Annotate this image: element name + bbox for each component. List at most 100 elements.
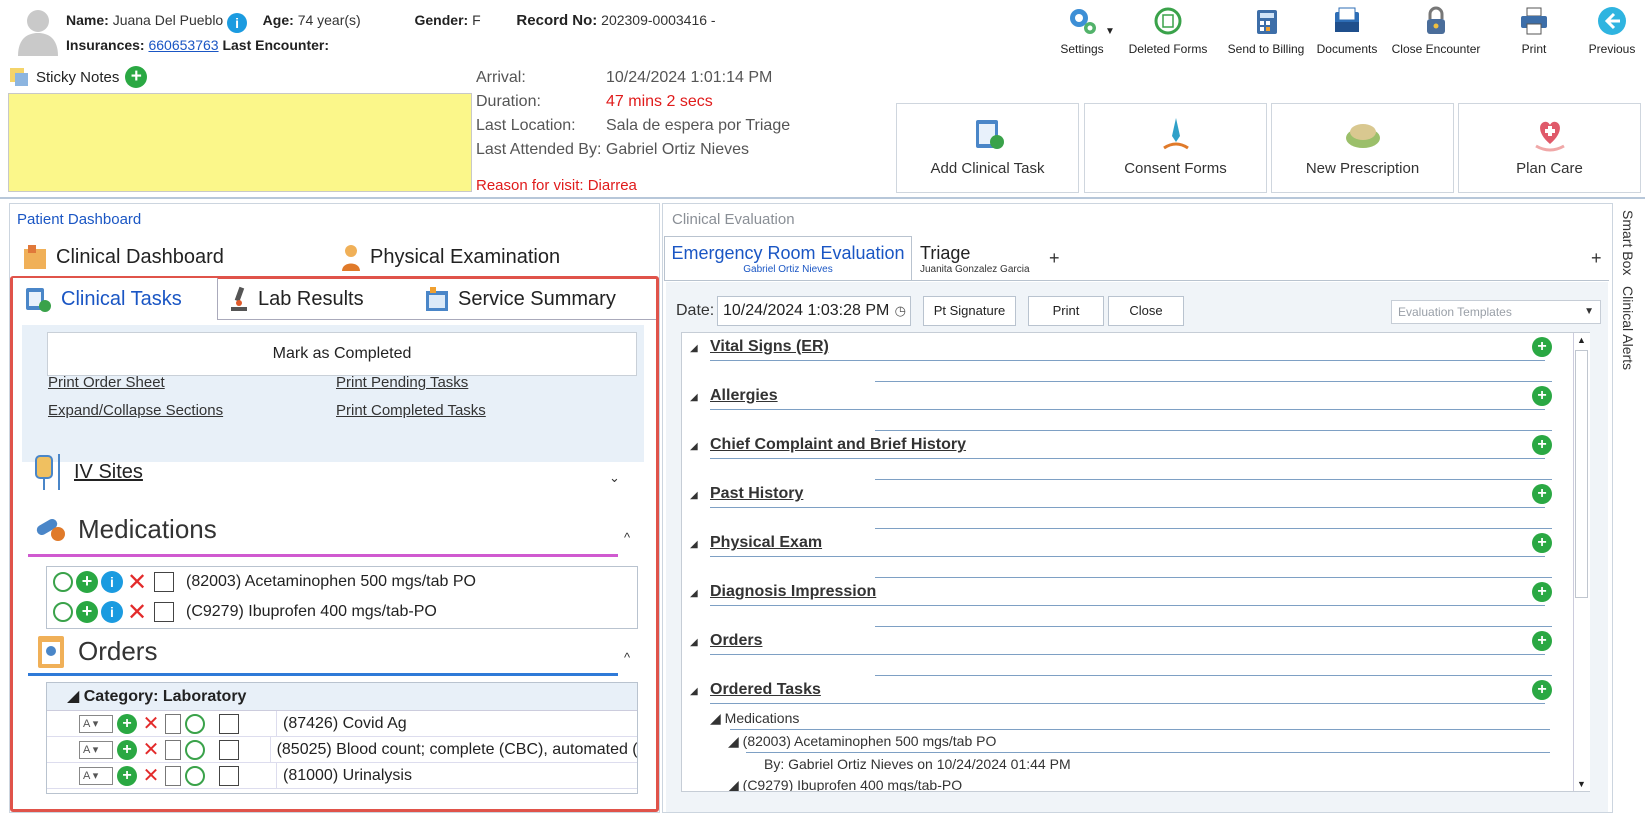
section-title[interactable]: Chief Complaint and Brief History xyxy=(710,436,966,454)
add-icon[interactable]: + xyxy=(1532,386,1552,406)
add-clinical-task-button[interactable]: Add Clinical Task xyxy=(896,103,1079,193)
add-icon[interactable]: + xyxy=(1532,337,1552,357)
section-chief-complaint[interactable]: ◢ Chief Complaint and Brief History + xyxy=(690,433,1552,482)
font-dropdown[interactable]: A ▾ xyxy=(79,714,113,733)
section-title[interactable]: Orders xyxy=(710,632,762,650)
calendar-icon[interactable]: ◷ xyxy=(895,297,906,325)
section-allergies[interactable]: ◢ Allergies + xyxy=(690,384,1552,433)
add-icon[interactable]: + xyxy=(117,713,137,734)
collapse-icon[interactable]: ◢ xyxy=(690,490,698,501)
new-prescription-button[interactable]: New Prescription xyxy=(1271,103,1454,193)
category-header[interactable]: ◢ Category: Laboratory xyxy=(47,683,637,711)
section-diagnosis-impression[interactable]: ◢ Diagnosis Impression + xyxy=(690,580,1552,629)
font-dropdown[interactable]: A ▾ xyxy=(79,740,113,759)
remove-icon[interactable]: ✕ xyxy=(126,568,148,597)
iv-sites-section-header[interactable]: IV Sites xyxy=(30,452,143,492)
print-completed-tasks-link[interactable]: Print Completed Tasks xyxy=(336,402,486,419)
section-physical-exam[interactable]: ◢ Physical Exam + xyxy=(690,531,1552,580)
refresh-icon[interactable] xyxy=(185,765,205,786)
add-icon[interactable]: + xyxy=(1532,533,1552,553)
tab-emergency-room-evaluation[interactable]: Emergency Room Evaluation Gabriel Ortiz … xyxy=(664,236,912,281)
scrollbar-thumb[interactable] xyxy=(1575,350,1588,598)
tab-clinical-tasks[interactable]: Clinical Tasks xyxy=(13,278,218,320)
previous-button[interactable]: Previous xyxy=(1582,4,1642,56)
remove-icon[interactable]: ✕ xyxy=(141,763,161,788)
add-icon[interactable]: + xyxy=(1532,631,1552,651)
section-title[interactable]: Allergies xyxy=(710,387,778,405)
deleted-forms-button[interactable]: Deleted Forms xyxy=(1123,4,1213,56)
scroll-up-icon[interactable]: ▲ xyxy=(1577,335,1586,345)
collapse-icon[interactable]: ◢ xyxy=(690,539,698,550)
mark-as-completed-button[interactable]: Mark as Completed xyxy=(47,332,637,376)
ordered-med-item[interactable]: ◢ (82003) Acetaminophen 500 mgs/tab PO xyxy=(728,733,996,750)
collapse-icon[interactable]: ◢ xyxy=(690,392,698,403)
info-icon[interactable]: i xyxy=(101,601,123,623)
order-checkbox[interactable] xyxy=(219,739,239,760)
evaluation-templates-select[interactable]: Evaluation Templates ▼ xyxy=(1391,300,1601,324)
print-pending-tasks-link[interactable]: Print Pending Tasks xyxy=(336,374,468,391)
collapse-icon[interactable]: ◢ xyxy=(690,637,698,648)
add-sticky-note-button[interactable]: + xyxy=(125,66,148,88)
tab-triage[interactable]: Triage Juanita Gonzalez Garcia xyxy=(920,243,1030,275)
consent-forms-button[interactable]: Consent Forms xyxy=(1084,103,1267,193)
section-orders[interactable]: ◢ Orders + xyxy=(690,629,1552,678)
ordered-medications-group[interactable]: ◢ Medications xyxy=(710,710,799,727)
orders-section-header[interactable]: Orders xyxy=(34,632,157,670)
orders-chevron-up-icon[interactable]: ^ xyxy=(624,650,630,665)
info-icon[interactable]: i xyxy=(101,571,123,593)
settings-dropdown-icon[interactable]: ▼ xyxy=(1105,26,1115,37)
section-past-history[interactable]: ◢ Past History + xyxy=(690,482,1552,531)
add-icon[interactable]: + xyxy=(1532,582,1552,602)
tab-service-summary[interactable]: Service Summary xyxy=(414,278,654,320)
insurance-link[interactable]: 660653763 xyxy=(148,37,218,53)
add-icon[interactable]: + xyxy=(76,571,98,593)
add-icon[interactable]: + xyxy=(1532,680,1552,700)
section-title[interactable]: Diagnosis Impression xyxy=(710,583,876,601)
documents-button[interactable]: Documents xyxy=(1313,4,1381,56)
close-evaluation-button[interactable]: Close xyxy=(1108,296,1184,326)
medications-chevron-up-icon[interactable]: ^ xyxy=(624,530,630,545)
expand-collapse-link[interactable]: Expand/Collapse Sections xyxy=(48,402,223,419)
smart-box-tab[interactable]: Smart Box xyxy=(1620,210,1636,275)
refresh-icon[interactable] xyxy=(185,739,205,760)
add-icon[interactable]: + xyxy=(117,765,137,786)
tab-lab-results[interactable]: Lab Results xyxy=(218,278,414,320)
remove-icon[interactable]: ✕ xyxy=(141,737,161,762)
iv-sites-chevron-down-icon[interactable]: ⌄ xyxy=(609,470,620,486)
section-vital-signs[interactable]: ◢ Vital Signs (ER) + xyxy=(690,335,1552,384)
sticky-note-area[interactable] xyxy=(8,93,472,192)
add-evaluation-button[interactable]: + xyxy=(1591,248,1602,269)
tab-clinical-dashboard[interactable]: Clinical Dashboard xyxy=(22,243,224,271)
add-tab-button[interactable]: + xyxy=(1049,248,1060,269)
document-icon[interactable] xyxy=(165,765,181,786)
remove-icon[interactable]: ✕ xyxy=(141,711,161,736)
scroll-down-icon[interactable]: ▼ xyxy=(1577,779,1586,789)
section-title[interactable]: Physical Exam xyxy=(710,534,822,552)
refresh-icon[interactable] xyxy=(53,572,73,592)
order-checkbox[interactable] xyxy=(219,713,239,734)
medication-checkbox[interactable] xyxy=(154,572,174,592)
print-button[interactable]: Print xyxy=(1508,4,1560,56)
clinical-alerts-tab[interactable]: Clinical Alerts xyxy=(1620,286,1636,370)
section-title[interactable]: Vital Signs (ER) xyxy=(710,338,829,356)
font-dropdown[interactable]: A ▾ xyxy=(79,766,113,785)
add-icon[interactable]: + xyxy=(1532,435,1552,455)
collapse-icon[interactable]: ◢ xyxy=(690,343,698,354)
info-icon[interactable]: i xyxy=(227,13,248,33)
collapse-icon[interactable]: ◢ xyxy=(690,441,698,452)
print-evaluation-button[interactable]: Print xyxy=(1028,296,1104,326)
order-checkbox[interactable] xyxy=(219,765,239,786)
medications-section-header[interactable]: Medications xyxy=(34,512,217,546)
print-order-sheet-link[interactable]: Print Order Sheet xyxy=(48,374,165,391)
date-field[interactable]: 10/24/2024 1:03:28 PM ◷ xyxy=(717,296,911,326)
medication-checkbox[interactable] xyxy=(154,602,174,622)
collapse-icon[interactable]: ◢ xyxy=(690,588,698,599)
collapse-icon[interactable]: ◢ xyxy=(690,686,698,697)
plan-care-button[interactable]: Plan Care xyxy=(1458,103,1641,193)
pt-signature-button[interactable]: Pt Signature xyxy=(923,296,1016,326)
section-title[interactable]: Ordered Tasks xyxy=(710,681,821,699)
document-icon[interactable] xyxy=(165,713,181,734)
add-icon[interactable]: + xyxy=(117,739,137,760)
section-title[interactable]: Past History xyxy=(710,485,803,503)
tab-physical-examination[interactable]: Physical Examination xyxy=(340,243,560,271)
